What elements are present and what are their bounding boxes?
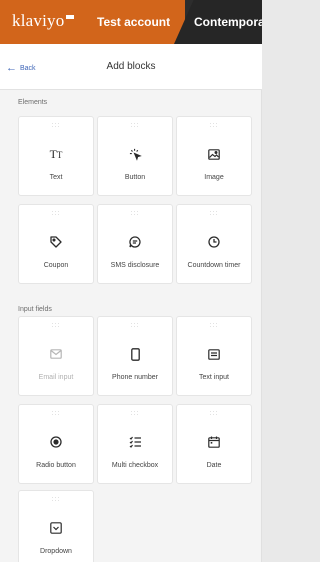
dropdown-icon	[19, 521, 93, 535]
radio-icon	[19, 435, 93, 449]
cursor-click-icon	[98, 147, 172, 161]
drag-handle-icon[interactable]: :::	[177, 210, 251, 217]
block-phone-number[interactable]: ::: Phone number	[97, 316, 173, 396]
text-icon: TT	[49, 146, 63, 161]
block-text-input[interactable]: ::: Text input	[176, 316, 252, 396]
image-icon	[177, 147, 251, 161]
block-email-input: ::: Email input	[18, 316, 94, 396]
block-text[interactable]: ::: TT Text	[18, 116, 94, 196]
section-label-input-fields: Input fields	[18, 306, 52, 313]
top-bar: klaviyo Test account Contemporar	[0, 0, 262, 44]
drag-handle-icon[interactable]: :::	[98, 322, 172, 329]
klaviyo-logo[interactable]: klaviyo	[12, 11, 75, 31]
drag-handle-icon: :::	[51, 322, 61, 329]
tag-icon	[19, 235, 93, 249]
panel-header: ← Back Add blocks	[0, 44, 262, 90]
drag-handle-icon[interactable]: :::	[98, 210, 172, 217]
block-date[interactable]: ::: Date	[176, 404, 252, 484]
text-input-icon	[177, 347, 251, 361]
drag-handle-icon[interactable]: :::	[98, 122, 172, 129]
checklist-icon	[98, 435, 172, 449]
clock-icon	[177, 235, 251, 249]
drag-handle-icon[interactable]: :::	[98, 410, 172, 417]
calendar-icon	[177, 435, 251, 449]
drag-handle-icon[interactable]: :::	[19, 210, 93, 217]
block-radio-button[interactable]: ::: Radio button	[18, 404, 94, 484]
block-sms-disclosure[interactable]: ::: SMS disclosure	[97, 204, 173, 284]
drag-handle-icon[interactable]: :::	[177, 410, 251, 417]
phone-icon	[98, 347, 172, 361]
drag-handle-icon[interactable]: :::	[177, 122, 251, 129]
block-multi-checkbox[interactable]: ::: Multi checkbox	[97, 404, 173, 484]
drag-handle-icon[interactable]: :::	[19, 410, 93, 417]
account-name[interactable]: Test account	[97, 15, 170, 29]
block-button[interactable]: ::: Button	[97, 116, 173, 196]
drag-handle-icon[interactable]: :::	[19, 496, 93, 503]
section-label-elements: Elements	[18, 99, 48, 106]
panel-title: Add blocks	[106, 61, 156, 72]
workspace-name[interactable]: Contemporar	[194, 15, 262, 29]
message-icon	[98, 235, 172, 249]
add-blocks-panel: ← Back Add blocks Elements ::: TT Text ::…	[0, 44, 262, 562]
block-image[interactable]: ::: Image	[176, 116, 252, 196]
block-coupon[interactable]: ::: Coupon	[18, 204, 94, 284]
drag-handle-icon[interactable]: :::	[177, 322, 251, 329]
drag-handle-icon[interactable]: :::	[19, 122, 93, 129]
envelope-icon	[19, 347, 93, 361]
block-dropdown[interactable]: ::: Dropdown	[18, 490, 94, 562]
block-countdown-timer[interactable]: ::: Countdown timer	[176, 204, 252, 284]
